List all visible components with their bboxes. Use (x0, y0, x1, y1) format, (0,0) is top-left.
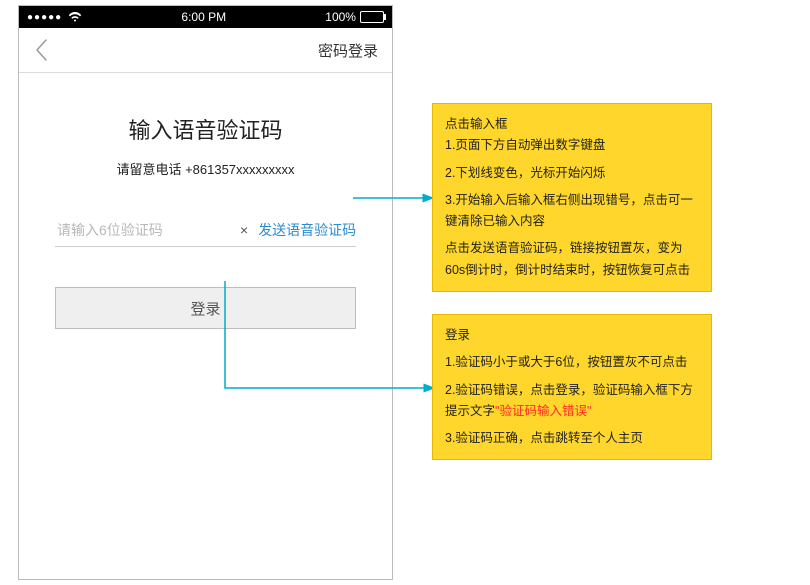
login-button[interactable]: 登录 (55, 287, 356, 329)
clear-input-icon[interactable]: × (240, 222, 248, 238)
content-area: 输入语音验证码 请留意电话 +861357xxxxxxxxx × 发送语音验证码… (19, 73, 392, 329)
battery-percent: 100% (325, 10, 356, 24)
signal-dots-icon: ●●●●● (27, 12, 62, 23)
status-bar: ●●●●● 6:00 PM 100% (19, 6, 392, 28)
back-icon[interactable] (19, 28, 63, 72)
phone-frame: ●●●●● 6:00 PM 100% 密码登录 输入语音验证码 请留意电话 +8… (18, 5, 393, 580)
annotation-login-behavior: 登录 1.验证码小于或大于6位，按钮置灰不可点击 2.验证码错误，点击登录，验证… (432, 314, 712, 460)
wifi-icon (68, 12, 82, 22)
note1-line4: 点击发送语音验证码，链接按钮置灰，变为60s倒计时，倒计时结束时，按钮恢复可点击 (445, 238, 699, 281)
note2-line3: 3.验证码正确，点击跳转至个人主页 (445, 428, 699, 449)
battery-icon (360, 11, 384, 23)
note2-heading: 登录 (445, 325, 699, 346)
page-title: 输入语音验证码 (55, 113, 356, 145)
annotation-input-behavior: 点击输入框 1.页面下方自动弹出数字键盘 2.下划线变色，光标开始闪烁 3.开始… (432, 103, 712, 292)
note1-line3: 3.开始输入后输入框右侧出现错号，点击可一键清除已输入内容 (445, 190, 699, 233)
status-time: 6:00 PM (181, 10, 226, 24)
nav-bar: 密码登录 (19, 28, 392, 73)
phone-hint: 请留意电话 +861357xxxxxxxxx (55, 159, 356, 178)
note2-line1: 1.验证码小于或大于6位，按钮置灰不可点击 (445, 352, 699, 373)
code-input[interactable] (55, 221, 240, 239)
note2-line2: 2.验证码错误，点击登录，验证码输入框下方提示文字"验证码输入错误" (445, 380, 699, 423)
note1-heading: 点击输入框 (445, 114, 699, 135)
password-login-link[interactable]: 密码登录 (318, 28, 378, 72)
code-input-row: × 发送语音验证码 (55, 220, 356, 247)
note1-line1: 1.页面下方自动弹出数字键盘 (445, 135, 699, 156)
send-voice-code-link[interactable]: 发送语音验证码 (258, 220, 356, 240)
note1-line2: 2.下划线变色，光标开始闪烁 (445, 163, 699, 184)
